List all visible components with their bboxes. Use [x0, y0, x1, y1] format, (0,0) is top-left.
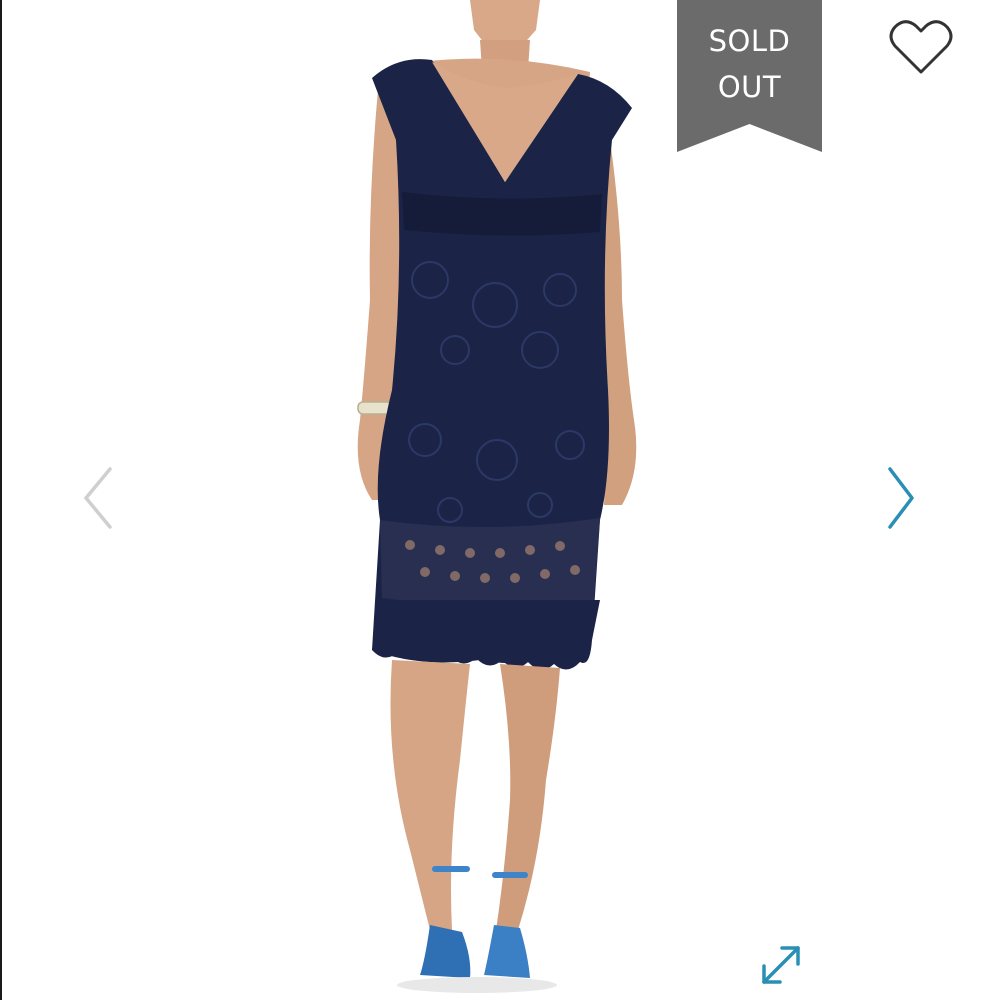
left-border [0, 0, 2, 1000]
product-image-viewer[interactable]: SOLD OUT [0, 0, 1000, 1000]
product-photo [357, 0, 637, 993]
heart-outline-icon [889, 20, 953, 74]
sold-out-line1: SOLD [708, 24, 791, 58]
chevron-right-icon [888, 467, 914, 529]
sold-out-badge: SOLD OUT [677, 0, 822, 152]
expand-image-button[interactable] [758, 942, 804, 988]
chevron-left-icon [84, 467, 112, 529]
sold-out-label: SOLD OUT [677, 18, 822, 110]
next-image-button[interactable] [880, 465, 920, 531]
sold-out-line2: OUT [717, 70, 782, 104]
like-button[interactable] [888, 18, 954, 76]
expand-arrows-icon [762, 946, 800, 984]
previous-image-button[interactable] [78, 465, 118, 531]
